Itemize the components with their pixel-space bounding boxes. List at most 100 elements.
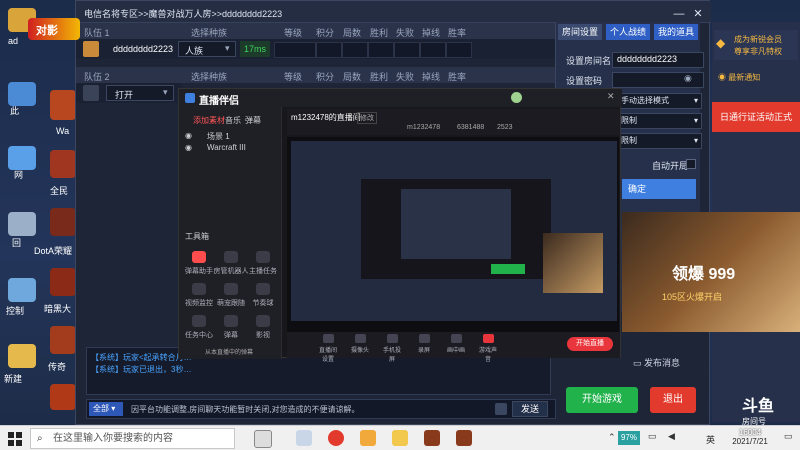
chevron-down-icon: ▾ [163, 87, 168, 97]
exit-button[interactable]: 退出 [650, 387, 696, 413]
desktop-warcraft-icon[interactable] [50, 90, 76, 120]
warcraft-icon[interactable] [456, 430, 472, 446]
desktop-dota-icon[interactable] [50, 208, 76, 236]
desktop-recycle-icon[interactable] [8, 212, 36, 236]
mode-select[interactable]: 手动选择模式 ▾ [616, 93, 702, 109]
chat-line: 【系统】玩家<起承转合月… [91, 353, 192, 362]
tool-movies[interactable]: 影视 [245, 315, 281, 340]
chevron-up-icon[interactable]: ⌃ [608, 432, 616, 443]
scene-item[interactable]: 场景 1 [207, 131, 230, 142]
tool-danmaku[interactable]: 弹幕 [213, 315, 249, 340]
column-header: 积分 [316, 72, 335, 82]
tool-label: 任务中心 [185, 332, 213, 339]
desktop-diablo-icon[interactable] [50, 268, 76, 296]
camera-button[interactable]: 摄像头 [349, 334, 371, 354]
vip-banner[interactable]: ◆ 成为新锐会员 尊享非凡特权 [714, 30, 798, 60]
scene-item[interactable]: Warcraft III [207, 143, 246, 152]
windows-icon-part [16, 432, 22, 438]
eye-icon[interactable]: ◉ [684, 73, 692, 84]
stream-companion-window: 直播伴侣 ✕ 添加素材 音乐 弹幕 ◉ 场景 1 ◉ Warcraft III … [178, 88, 622, 363]
desktop-legend-icon[interactable] [50, 326, 76, 354]
start-button[interactable] [8, 432, 22, 446]
race-select[interactable]: 人族 ▾ [178, 41, 236, 57]
avatar[interactable] [511, 92, 522, 103]
tab-personal-record[interactable]: 个人战绩 [606, 24, 650, 40]
tool-pet[interactable]: 萌宠跟随 [213, 283, 249, 308]
column-header: 选择种族 [191, 28, 228, 38]
publish-message-button[interactable]: ▭ 发布消息 [633, 356, 703, 372]
emoji-button[interactable] [495, 403, 507, 415]
desktop-app-label: 传奇 [48, 362, 67, 372]
eye-icon[interactable]: ◉ [185, 143, 192, 152]
start-live-button[interactable]: 开始直播 [567, 337, 613, 351]
tool-danmaku-helper[interactable]: 弹幕助手 [181, 251, 217, 276]
warcraft-icon[interactable] [424, 430, 440, 446]
limit-select-1[interactable]: 限制 ▾ [616, 113, 702, 129]
network-icon[interactable]: ▭ [648, 431, 657, 442]
tab-music[interactable]: 音乐 [225, 115, 241, 126]
desktop-network-icon[interactable] [8, 146, 36, 170]
input-language[interactable]: 英 [706, 433, 715, 446]
send-button[interactable]: 发送 [512, 401, 548, 417]
game-sound-button[interactable]: 游戏声音 [477, 334, 499, 363]
desktop-pc-icon[interactable] [8, 82, 36, 106]
stream-preview[interactable] [287, 137, 619, 332]
column-header: 选择种族 [191, 72, 228, 82]
stream-room-title: m1232478的直播间 [291, 113, 361, 122]
notification-icon[interactable]: ▭ [784, 431, 793, 442]
tool-rhythm[interactable]: 节奏球 [245, 283, 281, 308]
room-settings-button[interactable]: 直播间设置 [317, 334, 339, 363]
tool-task-center[interactable]: 任务中心 [181, 315, 217, 340]
password-label: 设置密码 [566, 76, 603, 86]
close-icon[interactable]: ✕ [607, 91, 615, 102]
confirm-button[interactable]: 确定 [622, 179, 696, 199]
desktop-control-panel-icon[interactable] [8, 278, 36, 302]
clock-date: 2021/7/21 [732, 437, 768, 446]
edit-title-button[interactable]: 修改 [357, 112, 377, 124]
netease-icon[interactable] [328, 430, 344, 446]
pip-button[interactable]: 画中画 [445, 334, 467, 354]
tool-streamer-task[interactable]: 主播任务 [245, 251, 281, 276]
phone-cast-button[interactable]: 手机投屏 [381, 334, 403, 363]
team2-slot-row[interactable]: 打开 ▾ [76, 83, 181, 103]
slot-state-select[interactable]: 打开 ▾ [106, 85, 174, 101]
tab-danmaku[interactable]: 弹幕 [245, 115, 261, 126]
desktop-app-label: Wa [56, 126, 70, 136]
desktop-icon-label: 网 [14, 170, 24, 180]
tab-my-items[interactable]: 我的道具 [654, 24, 698, 40]
column-header: 失败 [396, 28, 415, 38]
eye-icon[interactable]: ◉ [185, 131, 192, 140]
taskbar-search[interactable]: ⌕ 在这里输入你要搜索的内容 [30, 428, 235, 449]
close-button[interactable]: ✕ [691, 7, 705, 21]
auto-start-checkbox[interactable] [686, 159, 696, 169]
clock[interactable]: 16004 2021/7/21 [720, 428, 780, 449]
record-button[interactable]: 录屏 [413, 334, 435, 354]
chevron-down-icon: ▾ [693, 136, 698, 145]
message-bar: 全部 ▾ 因平台功能调整,房间聊天功能暂时关闭,对您造成的不便请谅解。 发送 [86, 399, 556, 419]
pass-banner[interactable]: 日通行证活动正式 [712, 102, 800, 132]
battery-indicator[interactable]: 97% [618, 431, 640, 445]
bbtn-label: 摄像头 [350, 348, 369, 354]
minimize-button[interactable]: — [672, 7, 686, 21]
room-name-field[interactable]: dddddddd2223 [612, 52, 704, 68]
team1-player-row[interactable]: dddddddd2223 人族 ▾ 17ms [76, 39, 556, 59]
chat-scope-select[interactable]: 全部 ▾ [89, 402, 123, 416]
chat-input[interactable]: 因平台功能调整,房间聊天功能暂时关闭,对您造成的不便请谅解。 [131, 404, 359, 415]
tool-room-bot[interactable]: 房管机器人 [213, 251, 249, 276]
folder-icon[interactable] [392, 430, 408, 446]
game-ad-image[interactable]: 领爆 999 105区火爆开启 [622, 212, 800, 332]
desktop-group-icon[interactable] [50, 384, 76, 410]
column-header: 胜率 [448, 72, 467, 82]
task-view-icon[interactable] [254, 430, 272, 448]
tool-video-monitor[interactable]: 视频监控 [181, 283, 217, 308]
tab-add-source[interactable]: 添加素材 [193, 115, 225, 126]
limit-select-2[interactable]: 限制 ▾ [616, 133, 702, 149]
taskbar-app-icon[interactable] [296, 430, 312, 446]
taskbar-app-icon[interactable] [360, 430, 376, 446]
tab-room-settings[interactable]: 房间设置 [558, 24, 602, 40]
volume-icon[interactable]: ◀ [668, 431, 675, 442]
desktop-new-file-icon[interactable] [8, 344, 36, 368]
password-row: 设置密码 ◉ [560, 72, 704, 88]
start-game-button[interactable]: 开始游戏 [566, 387, 638, 413]
desktop-game-icon[interactable] [50, 150, 76, 178]
